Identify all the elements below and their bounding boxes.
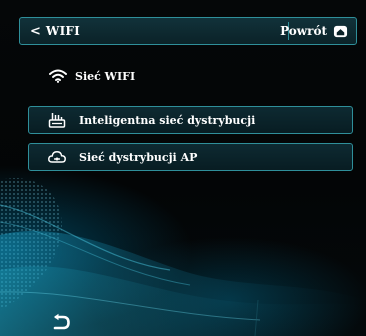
return-button[interactable]: Powrót xyxy=(280,18,348,44)
chevron-left-icon: < xyxy=(30,23,41,39)
wifi-settings-screen: < WIFI Powrót Sieć WIFI Inteligentna sie… xyxy=(0,0,366,336)
header-bar: < WIFI Powrót xyxy=(19,17,357,45)
return-arrow-icon[interactable] xyxy=(50,313,72,331)
wifi-icon xyxy=(49,69,67,83)
page-title: WIFI xyxy=(45,24,80,38)
ap-distribution-network-label: Sieć dystrybucji AP xyxy=(79,150,198,164)
smart-distribution-network-option[interactable]: Inteligentna sieć dystrybucji xyxy=(28,106,353,134)
return-button-label: Powrót xyxy=(280,24,327,38)
smart-distribution-network-label: Inteligentna sieć dystrybucji xyxy=(79,113,256,127)
wifi-network-heading: Sieć WIFI xyxy=(49,66,135,86)
home-icon xyxy=(333,25,348,37)
wifi-network-label: Sieć WIFI xyxy=(75,69,136,83)
ap-distribution-network-option[interactable]: Sieć dystrybucji AP xyxy=(28,143,353,171)
header-back-button[interactable]: < WIFI xyxy=(30,18,80,44)
cloud-icon xyxy=(48,151,66,163)
router-icon xyxy=(48,113,66,128)
